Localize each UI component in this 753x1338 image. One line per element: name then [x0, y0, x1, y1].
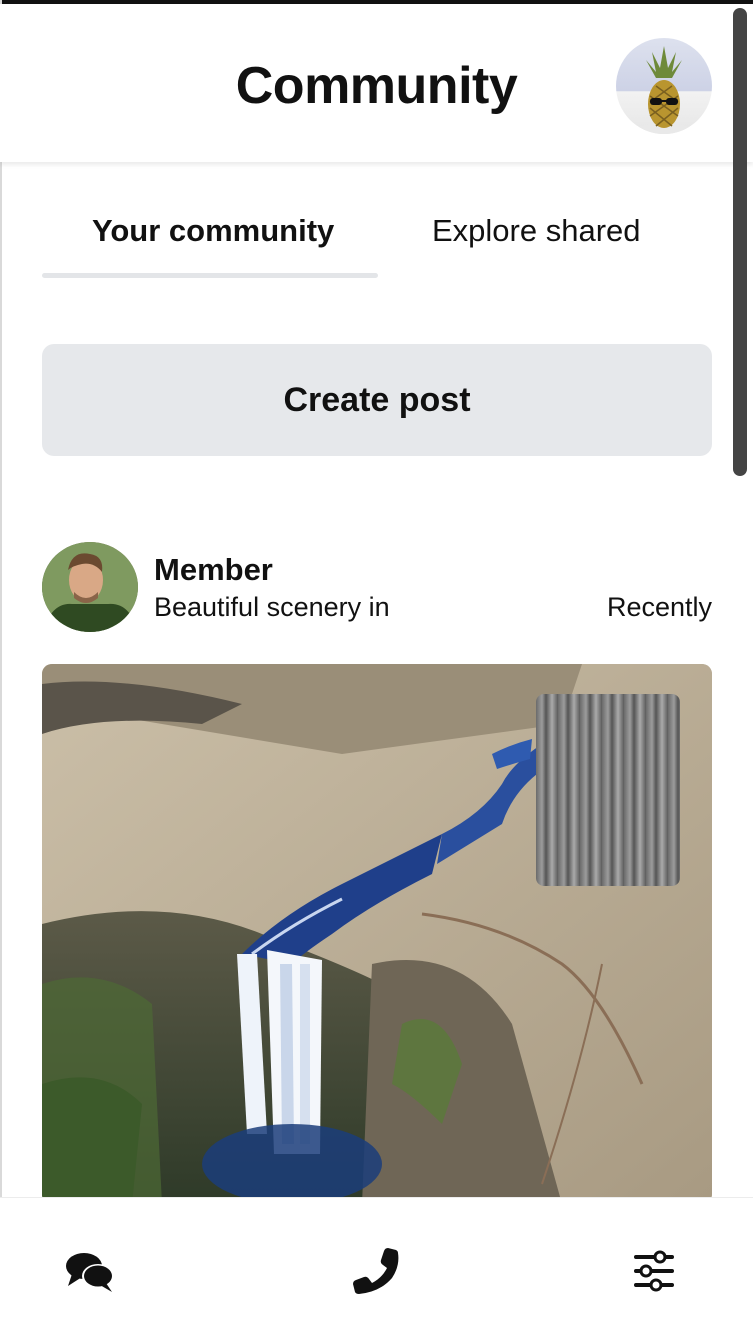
active-tab-indicator — [42, 273, 378, 278]
phone-icon — [353, 1248, 399, 1294]
post-header: Member Beautiful scenery in Recently — [42, 542, 712, 634]
pineapple-avatar-icon — [634, 46, 694, 134]
person-photo-icon — [42, 542, 138, 632]
window-left-edge — [0, 0, 2, 1337]
tab-your-community[interactable]: Your community — [92, 213, 334, 249]
post-author-name[interactable]: Member — [154, 552, 273, 588]
texture-sticker-image[interactable] — [536, 694, 680, 886]
filters-nav-button[interactable] — [626, 1246, 682, 1296]
create-post-button[interactable]: Create post — [42, 344, 712, 456]
app-header: Community — [0, 4, 753, 162]
bottom-nav-bar — [0, 1197, 753, 1338]
chat-nav-button[interactable] — [62, 1246, 118, 1296]
author-avatar[interactable] — [42, 542, 138, 632]
sliders-icon — [634, 1250, 674, 1292]
post-image[interactable] — [42, 664, 712, 1204]
post-timestamp: Recently — [606, 592, 712, 622]
tab-explore-shared[interactable]: Explore shared — [432, 213, 641, 249]
scrollbar[interactable] — [733, 8, 747, 476]
tab-bar: Your community Explore shared — [42, 195, 712, 285]
profile-avatar[interactable] — [616, 38, 712, 134]
call-nav-button[interactable] — [350, 1246, 406, 1296]
chat-bubbles-icon — [66, 1253, 114, 1292]
post-text: Beautiful scenery in — [154, 592, 390, 622]
